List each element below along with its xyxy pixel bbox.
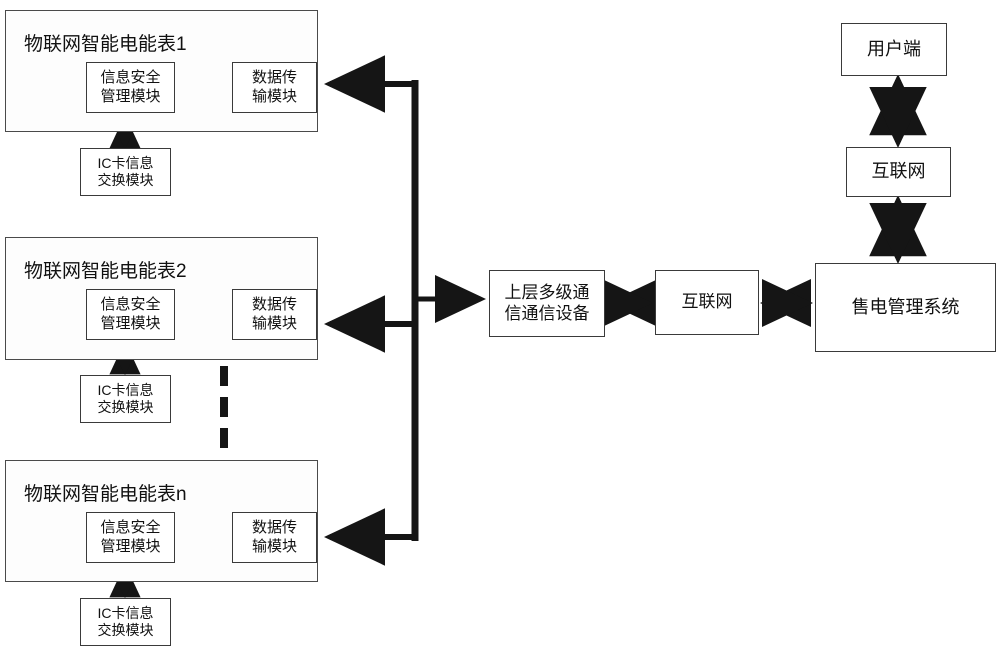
- meter-2-ic-card-module[interactable]: IC卡信息 交换模块: [80, 375, 171, 423]
- internet-top[interactable]: 互联网: [846, 147, 951, 197]
- meter-1-title: 物联网智能电能表1: [24, 34, 187, 55]
- meter-1-ic-card-module[interactable]: IC卡信息 交换模块: [80, 148, 171, 196]
- diagram-canvas: 物联网智能电能表1 信息安全 管理模块 数据传 输模块 IC卡信息 交换模块 物…: [0, 0, 1000, 658]
- meter-n-security-module[interactable]: 信息安全 管理模块: [86, 512, 175, 563]
- upper-multilevel-comm-device[interactable]: 上层多级通 信通信设备: [489, 270, 605, 337]
- meter-1-transmission-module[interactable]: 数据传 输模块: [232, 62, 317, 113]
- meter-n-transmission-module[interactable]: 数据传 输模块: [232, 512, 317, 563]
- sales-management-system[interactable]: 售电管理系统: [815, 263, 996, 352]
- meter-2-security-module[interactable]: 信息安全 管理模块: [86, 289, 175, 340]
- meter-1-security-module[interactable]: 信息安全 管理模块: [86, 62, 175, 113]
- internet-middle[interactable]: 互联网: [655, 270, 759, 335]
- client-terminal[interactable]: 用户端: [841, 23, 947, 76]
- meter-2-title: 物联网智能电能表2: [24, 261, 187, 282]
- meter-n-ic-card-module[interactable]: IC卡信息 交换模块: [80, 598, 171, 646]
- meter-n-title: 物联网智能电能表n: [24, 484, 187, 505]
- meter-2-transmission-module[interactable]: 数据传 输模块: [232, 289, 317, 340]
